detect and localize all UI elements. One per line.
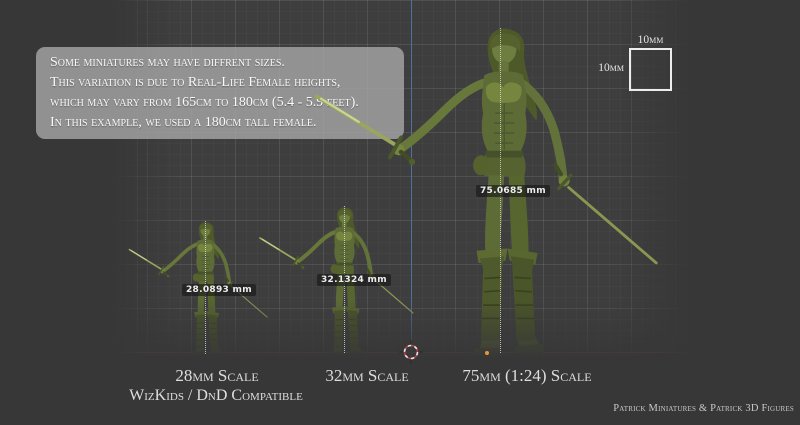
measurement-badge-75mm: 75.0685 mm [476, 185, 550, 197]
credit-text: Patrick Miniatures & Patrick 3D Figures [613, 403, 794, 414]
scale-label-28mm: 28mm Scale [132, 366, 302, 386]
scale-label-75mm: 75mm (1:24) Scale [427, 366, 627, 386]
measurement-badge-32mm: 32.1324 mm [317, 274, 391, 286]
3d-cursor[interactable] [397, 338, 425, 366]
reference-square-10mm [629, 48, 672, 91]
reference-square-side-label: 10mm [582, 62, 624, 74]
measurement-badge-28mm: 28.0893 mm [182, 284, 256, 296]
3d-cursor-ticks [399, 340, 423, 364]
viewport[interactable]: Some miniatures may have diffrent sizes.… [0, 0, 800, 425]
object-origin-dot [485, 351, 489, 355]
reference-square-top-label: 10mm [627, 34, 674, 46]
scale-sublabel-28mm: WizKids / DnD Compatible [96, 387, 336, 405]
